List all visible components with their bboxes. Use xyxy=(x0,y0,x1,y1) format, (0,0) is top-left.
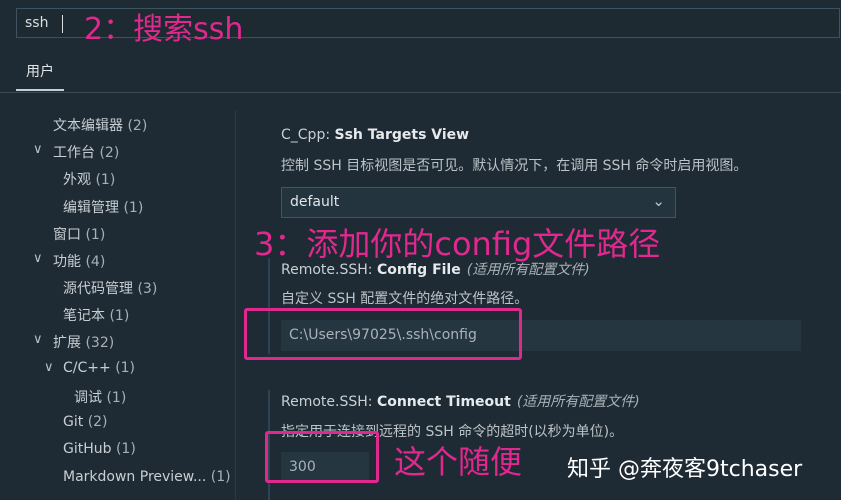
setting-prefix: C_Cpp: xyxy=(281,127,335,143)
toc-count: (1) xyxy=(85,227,106,243)
toc-label: 编辑管理 xyxy=(63,200,119,216)
toc-item-appearance[interactable]: 外观 (1) xyxy=(63,169,115,189)
toc-label: Markdown Preview... xyxy=(63,469,207,485)
toc-item-source-control[interactable]: 源代码管理 (3) xyxy=(63,278,157,298)
toc-item-text-editor[interactable]: 文本编辑器 (2) xyxy=(53,115,147,135)
setting-name: Ssh Targets View xyxy=(334,127,470,143)
toc-item-cpp[interactable]: C/C++ (1) xyxy=(63,360,135,376)
toc-item-workbench[interactable]: 工作台 (2) xyxy=(53,142,119,162)
toc-count: (1) xyxy=(210,469,231,485)
chevron-down-icon[interactable]: ∨ xyxy=(33,142,43,157)
setting-name: Config File xyxy=(376,262,461,278)
toc-item-github[interactable]: GitHub (1) xyxy=(63,441,136,457)
annotation-step-2: 2：搜索ssh xyxy=(84,12,244,47)
toc-label: 窗口 xyxy=(53,227,81,243)
text-caret xyxy=(62,15,63,33)
highlight-box-connect-timeout xyxy=(265,431,379,483)
toc-item-features[interactable]: 功能 (4) xyxy=(53,251,105,271)
toc-label: C/C++ xyxy=(63,360,111,376)
chevron-down-icon[interactable]: ∨ xyxy=(33,251,43,266)
toc-item-git[interactable]: Git (2) xyxy=(63,414,108,430)
toc-count: (1) xyxy=(115,360,136,376)
setting-prefix: Remote.SSH: xyxy=(281,394,377,410)
setting-name: Connect Timeout xyxy=(376,394,511,410)
toc-count: (32) xyxy=(85,335,115,351)
tab-user[interactable]: 用户 xyxy=(16,60,64,91)
toc-count: (1) xyxy=(106,390,127,406)
toc-label: 扩展 xyxy=(53,335,81,351)
setting-title-config-file: Remote.SSH: Config File (适用所有配置文件) xyxy=(281,259,590,279)
chevron-down-icon: ⌄ xyxy=(652,192,665,210)
toc-label: GitHub xyxy=(63,441,112,457)
toc-label: 源代码管理 xyxy=(63,281,133,297)
setting-prefix: Remote.SSH: xyxy=(281,262,377,278)
toc-label: 功能 xyxy=(53,254,81,270)
highlight-box-config-file xyxy=(244,308,522,360)
toc-label: 工作台 xyxy=(53,145,95,161)
toc-item-notebook[interactable]: 笔记本 (1) xyxy=(63,305,129,325)
toc-item-debug[interactable]: 调试 (1) xyxy=(74,387,126,407)
toc-count: (2) xyxy=(127,118,148,134)
toc-label: 外观 xyxy=(63,172,91,188)
toc-count: (2) xyxy=(87,414,108,430)
setting-scope: (适用所有配置文件) xyxy=(516,394,640,410)
toc-count: (1) xyxy=(109,308,130,324)
ssh-targets-view-select[interactable]: default ⌄ xyxy=(281,187,676,218)
annotation-step-4: 这个随便 xyxy=(394,443,523,481)
toc-count: (1) xyxy=(95,172,116,188)
toc-count: (3) xyxy=(137,281,158,297)
toc-label: 笔记本 xyxy=(63,308,105,324)
chevron-down-icon[interactable]: ∨ xyxy=(33,332,43,347)
setting-title-connect-timeout: Remote.SSH: Connect Timeout (适用所有配置文件) xyxy=(281,391,640,411)
settings-scope-tabs: 用户 xyxy=(0,50,841,93)
search-input-value: ssh xyxy=(25,15,49,31)
toc-label: 调试 xyxy=(74,390,102,406)
toc-count: (2) xyxy=(99,145,120,161)
chevron-down-icon[interactable]: ∨ xyxy=(44,360,54,375)
toc-item-window[interactable]: 窗口 (1) xyxy=(53,224,105,244)
toc-label: 文本编辑器 xyxy=(53,118,123,134)
toc-count: (4) xyxy=(85,254,106,270)
setting-description-config-file: 自定义 SSH 配置文件的绝对文件路径。 xyxy=(281,291,529,307)
select-value: default xyxy=(290,194,340,210)
pane-divider[interactable] xyxy=(235,110,236,500)
toc-item-extensions[interactable]: 扩展 (32) xyxy=(53,332,114,352)
toc-label: Git xyxy=(63,414,84,430)
watermark: 知乎 @奔夜客9tchaser xyxy=(567,457,803,482)
setting-scope: (适用所有配置文件) xyxy=(466,262,590,278)
toc-count: (1) xyxy=(123,200,144,216)
toc-item-markdown-preview[interactable]: Markdown Preview... (1) xyxy=(63,469,231,485)
setting-description-ssh-targets: 控制 SSH 目标视图是否可见。默认情况下，在调用 SSH 命令时启用视图。 xyxy=(281,158,748,174)
setting-title-ssh-targets: C_Cpp: Ssh Targets View xyxy=(281,127,469,143)
toc-item-editor-management[interactable]: 编辑管理 (1) xyxy=(63,197,143,217)
toc-count: (1) xyxy=(115,441,136,457)
